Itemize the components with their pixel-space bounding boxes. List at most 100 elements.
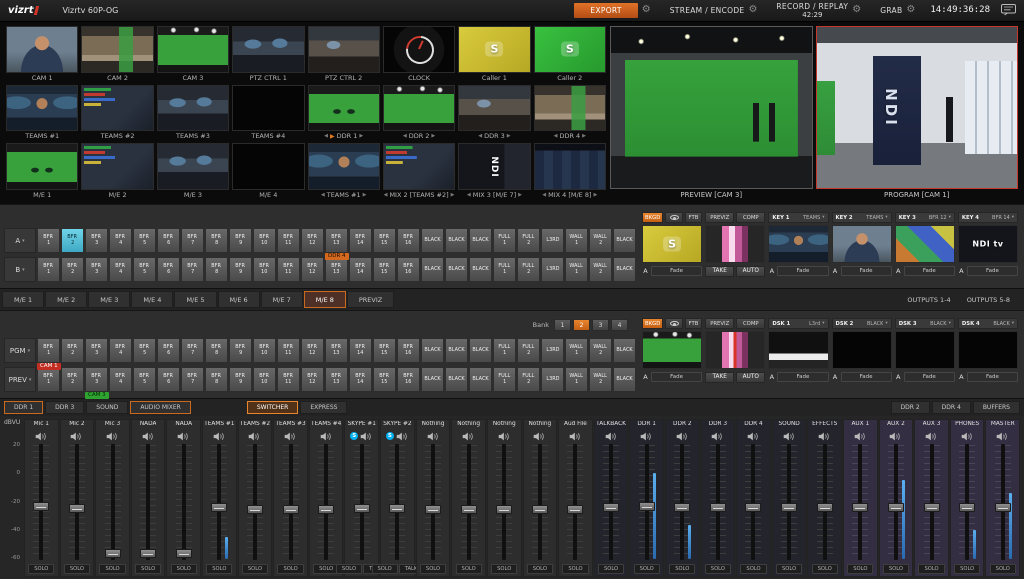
fader-handle[interactable]: [532, 505, 548, 514]
monitor-cell-cam-3[interactable]: CAM 3: [157, 26, 229, 83]
source-button-bfr-16[interactable]: BFR16: [397, 367, 420, 392]
bank-button-1[interactable]: 1: [554, 319, 571, 331]
source-button-bfr-8[interactable]: BFR8: [205, 367, 228, 392]
fade-button[interactable]: Fade: [651, 266, 702, 276]
source-button-l3rd-21[interactable]: L3RD: [541, 338, 564, 363]
speaker-icon[interactable]: [961, 432, 974, 441]
speaker-icon[interactable]: [783, 432, 796, 441]
solo-button[interactable]: SOLO: [954, 564, 980, 574]
fader-handle[interactable]: [603, 503, 619, 512]
solo-button[interactable]: SOLO: [28, 564, 54, 574]
monitor-cell-mix-3-m-e-7[interactable]: NDI◀MIX 3 [M/E 7]▶: [458, 143, 530, 200]
volume-fader[interactable]: [274, 442, 307, 562]
tab-ddr-3[interactable]: DDR 3: [45, 401, 84, 414]
solo-button[interactable]: SOLO: [705, 564, 731, 574]
stream-encode-button[interactable]: STREAM / ENCODE: [670, 6, 745, 15]
tab-previz[interactable]: PREVIZ: [347, 291, 394, 308]
source-button-bfr-7[interactable]: BFR7: [181, 228, 204, 253]
source-button-black-16[interactable]: BLACK: [421, 257, 444, 282]
skip-forward-icon[interactable]: ▶: [507, 133, 511, 139]
tab-m-e-5[interactable]: M/E 5: [174, 291, 216, 308]
monitor-cell-ptz-ctrl-1[interactable]: PTZ CTRL 1: [232, 26, 304, 83]
fader-handle[interactable]: [69, 504, 85, 513]
key-header-dsk-2[interactable]: DSK 2BLACK▾: [832, 318, 892, 329]
bkgd-button[interactable]: BKGD: [642, 318, 663, 329]
speaker-icon[interactable]: [676, 432, 689, 441]
monitor-cell-caller-2[interactable]: SCaller 2: [534, 26, 606, 83]
source-button-bfr-5[interactable]: BFR5: [133, 228, 156, 253]
speaker-icon[interactable]: [213, 432, 226, 441]
volume-fader[interactable]: [167, 442, 200, 562]
volume-fader[interactable]: [488, 442, 521, 562]
tab-switcher[interactable]: SWITCHER: [247, 401, 299, 414]
record-settings-gear-icon[interactable]: ⚙: [852, 5, 861, 15]
source-button-bfr-3[interactable]: BFR3: [85, 257, 108, 282]
solo-button[interactable]: SOLO: [918, 564, 944, 574]
volume-fader[interactable]: [844, 442, 877, 562]
volume-fader[interactable]: [666, 442, 699, 562]
bkgd-button[interactable]: BKGD: [642, 212, 663, 223]
take-button[interactable]: TAKE: [705, 266, 734, 277]
volume-fader[interactable]: [25, 442, 58, 562]
skip-back-icon[interactable]: ◀: [403, 133, 407, 139]
tab-m-e-4[interactable]: M/E 4: [131, 291, 173, 308]
program-monitor[interactable]: NDI PROGRAM [CAM 1]: [816, 26, 1019, 200]
speaker-icon[interactable]: [747, 432, 760, 441]
monitor-cell-teams-4[interactable]: TEAMS #4: [232, 85, 304, 142]
skip-forward-icon[interactable]: ▶: [431, 133, 435, 139]
speaker-icon[interactable]: [498, 432, 511, 441]
source-button-black-18[interactable]: BLACK: [469, 228, 492, 253]
source-button-bfr-8[interactable]: BFR8: [205, 338, 228, 363]
volume-fader[interactable]: [986, 442, 1019, 562]
source-button-bfr-6[interactable]: BFR6: [157, 367, 180, 392]
solo-button[interactable]: SOLO: [990, 564, 1016, 574]
monitor-cell-ddr-2[interactable]: ◀DDR 2▶: [383, 85, 455, 142]
skip-back-icon[interactable]: ◀: [384, 192, 388, 198]
source-button-black-24[interactable]: BLACK: [613, 338, 636, 363]
key-header-key-2[interactable]: KEY 2TEAMS▾: [832, 212, 892, 223]
source-button-bfr-2[interactable]: BFR2: [61, 228, 84, 253]
fade-button[interactable]: Fade: [651, 372, 702, 382]
source-button-bfr-4[interactable]: BFR4: [109, 257, 132, 282]
source-button-wall-2[interactable]: WALL2: [589, 367, 612, 392]
speaker-icon[interactable]: [640, 432, 653, 441]
volume-fader[interactable]: [132, 442, 165, 562]
fader-handle[interactable]: [461, 505, 477, 514]
auto-button[interactable]: AUTO: [736, 266, 765, 277]
speaker-icon[interactable]: [70, 432, 83, 441]
bus-selector-a[interactable]: A▾: [4, 228, 36, 253]
source-button-bfr-5[interactable]: BFR5: [133, 367, 156, 392]
take-button[interactable]: TAKE: [705, 372, 734, 383]
source-button-bfr-6[interactable]: BFR6: [157, 257, 180, 282]
solo-button[interactable]: SOLO: [883, 564, 909, 574]
solo-button[interactable]: SOLO: [562, 564, 588, 574]
fader-handle[interactable]: [247, 505, 263, 514]
solo-button[interactable]: SOLO: [491, 564, 517, 574]
volume-fader[interactable]: [203, 442, 236, 562]
tab-m-e-1[interactable]: M/E 1: [2, 291, 44, 308]
speaker-icon[interactable]: [427, 432, 440, 441]
source-button-bfr-7[interactable]: BFR7: [181, 367, 204, 392]
tab-ddr-2[interactable]: DDR 2: [891, 401, 930, 414]
monitor-cell-ptz-ctrl-2[interactable]: PTZ CTRL 2: [308, 26, 380, 83]
speaker-icon[interactable]: [533, 432, 546, 441]
eye-button[interactable]: [665, 212, 682, 223]
solo-button[interactable]: SOLO: [64, 564, 90, 574]
solo-button[interactable]: SOLO: [336, 564, 362, 574]
source-button-full-1[interactable]: FULL1: [493, 257, 516, 282]
skip-forward-icon[interactable]: ▶: [363, 192, 367, 198]
fader-handle[interactable]: [33, 502, 49, 511]
source-button-black-18[interactable]: BLACK: [469, 367, 492, 392]
fade-button[interactable]: Fade: [904, 372, 955, 382]
source-button-bfr-11[interactable]: BFR11: [277, 257, 300, 282]
fader-handle[interactable]: [496, 505, 512, 514]
source-button-bfr-5[interactable]: BFR5: [133, 257, 156, 282]
speaker-icon[interactable]: [320, 432, 333, 441]
fade-button[interactable]: Fade: [777, 266, 828, 276]
source-button-bfr-14[interactable]: BFR14: [349, 338, 372, 363]
fade-button[interactable]: Fade: [841, 266, 892, 276]
source-button-bfr-2[interactable]: BFR2: [61, 257, 84, 282]
ftb-button[interactable]: FTB: [685, 318, 702, 329]
source-button-bfr-15[interactable]: BFR15: [373, 367, 396, 392]
solo-button[interactable]: SOLO: [598, 564, 624, 574]
